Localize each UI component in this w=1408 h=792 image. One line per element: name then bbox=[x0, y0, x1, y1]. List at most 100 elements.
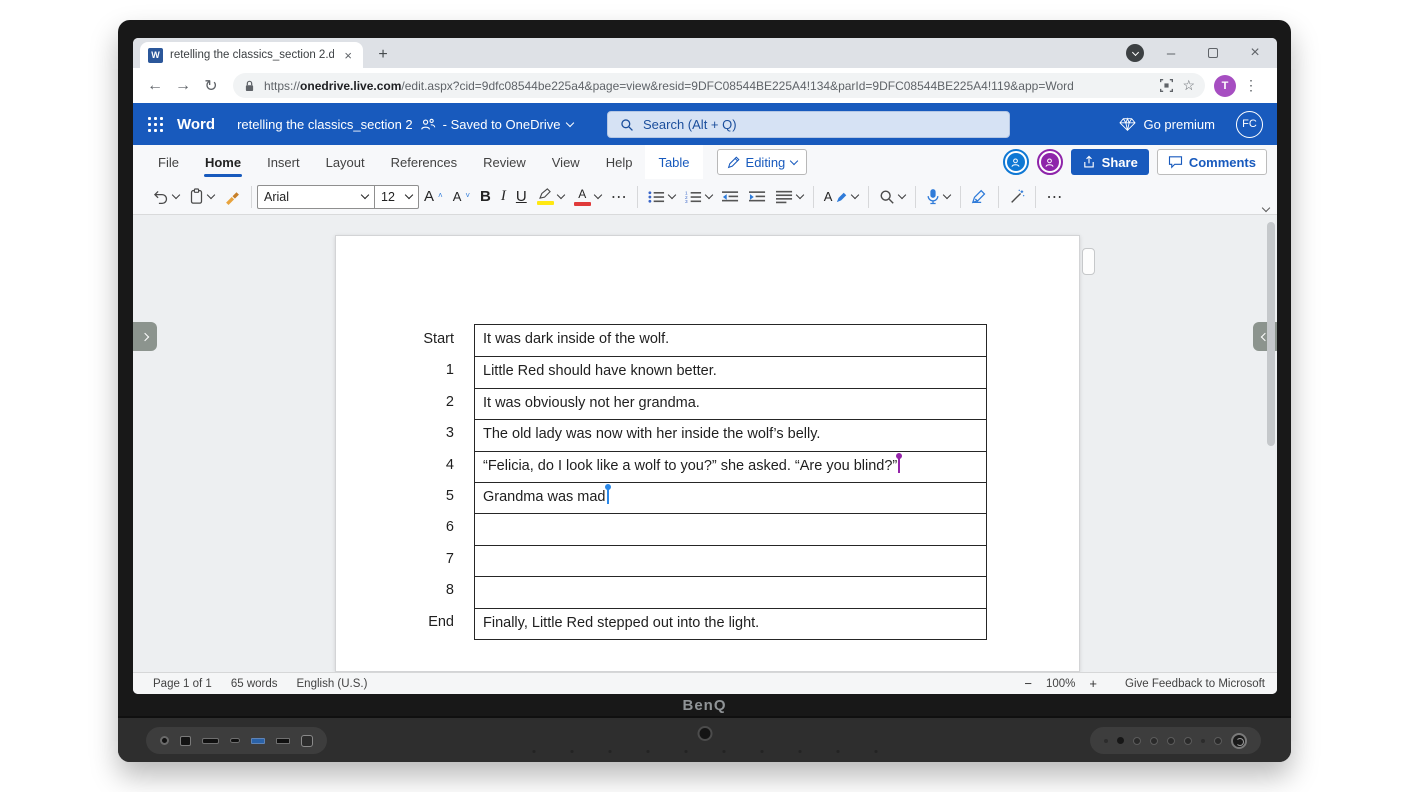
comment-anchor-handle[interactable] bbox=[1082, 248, 1095, 275]
highlight-button[interactable] bbox=[532, 183, 569, 210]
expand-left-panel-button[interactable] bbox=[133, 322, 157, 351]
table-cell-5[interactable]: Grandma was mad bbox=[475, 482, 986, 513]
font-color-bar bbox=[574, 202, 591, 206]
more-commands-button[interactable]: ⋯ bbox=[1041, 183, 1067, 210]
share-button[interactable]: Share bbox=[1071, 149, 1149, 175]
control-button bbox=[1214, 737, 1222, 745]
numbering-button[interactable]: 1 2 3 bbox=[680, 183, 717, 210]
document-canvas: Start 1 2 3 4 5 6 7 8 End It was dark in… bbox=[133, 215, 1277, 672]
saved-status[interactable]: - Saved to OneDrive bbox=[443, 117, 561, 132]
more-font-options-button[interactable]: ⋯ bbox=[606, 183, 632, 210]
word-app-name[interactable]: Word bbox=[177, 116, 215, 133]
tab-home[interactable]: Home bbox=[192, 145, 254, 179]
shrink-font-button[interactable]: A˅ bbox=[448, 183, 475, 210]
url-domain: onedrive.live.com bbox=[300, 79, 401, 93]
table-cell-start[interactable]: It was dark inside of the wolf. bbox=[475, 325, 986, 356]
tab-close-icon[interactable]: × bbox=[341, 48, 355, 63]
table-cell-1[interactable]: Little Red should have known better. bbox=[475, 356, 986, 387]
row-label: 8 bbox=[336, 575, 464, 606]
browser-profile-avatar[interactable]: T bbox=[1214, 75, 1236, 97]
alignment-button[interactable] bbox=[771, 183, 808, 210]
increase-indent-button[interactable] bbox=[744, 183, 771, 210]
zoom-out-button[interactable]: − bbox=[1024, 676, 1032, 691]
app-launcher-icon[interactable] bbox=[133, 103, 177, 145]
tab-help[interactable]: Help bbox=[593, 145, 646, 179]
underline-button[interactable]: U bbox=[511, 183, 532, 210]
format-painter-button[interactable] bbox=[219, 183, 246, 210]
table-cell-4[interactable]: “Felicia, do I look like a wolf to you?”… bbox=[475, 451, 986, 482]
share-label: Share bbox=[1102, 155, 1138, 170]
comment-icon bbox=[1168, 155, 1183, 169]
table-cell-3[interactable]: The old lady was now with her inside the… bbox=[475, 419, 986, 450]
feedback-link[interactable]: Give Feedback to Microsoft bbox=[1125, 678, 1265, 690]
premium-label: Go premium bbox=[1143, 117, 1215, 132]
svg-text:3: 3 bbox=[685, 199, 688, 204]
tab-table[interactable]: Table bbox=[645, 145, 702, 179]
window-minimize-button[interactable]: – bbox=[1151, 38, 1191, 68]
undo-button[interactable] bbox=[147, 183, 184, 210]
qr-code-icon[interactable] bbox=[1159, 78, 1174, 93]
tab-insert[interactable]: Insert bbox=[254, 145, 313, 179]
row-label: Start bbox=[336, 324, 464, 355]
speaker-grill bbox=[532, 750, 877, 753]
word-count[interactable]: 65 words bbox=[231, 678, 278, 690]
monitor-chin: BenQ bbox=[118, 694, 1291, 716]
font-color-button[interactable]: A bbox=[569, 183, 606, 210]
new-tab-button[interactable]: + bbox=[373, 45, 393, 65]
reload-button[interactable]: ↻ bbox=[197, 76, 225, 96]
italic-button[interactable]: I bbox=[496, 183, 511, 210]
dictate-button[interactable] bbox=[921, 183, 955, 210]
tab-layout[interactable]: Layout bbox=[313, 145, 378, 179]
address-bar[interactable]: https://onedrive.live.com/edit.aspx?cid=… bbox=[233, 73, 1205, 98]
account-badge[interactable]: FC bbox=[1236, 111, 1263, 138]
power-button bbox=[1231, 733, 1247, 749]
share-icon bbox=[1082, 155, 1096, 169]
table-cell-6[interactable] bbox=[475, 513, 986, 544]
row-label: 1 bbox=[336, 355, 464, 386]
document-title[interactable]: retelling the classics_section 2 bbox=[237, 117, 413, 132]
auto-suggest-button[interactable] bbox=[1004, 183, 1030, 210]
decrease-indent-button[interactable] bbox=[717, 183, 744, 210]
ribbon-collapse-icon[interactable] bbox=[1262, 204, 1270, 212]
table-cell-end[interactable]: Finally, Little Red stepped out into the… bbox=[475, 608, 986, 639]
table-cell-2[interactable]: It was obviously not her grandma. bbox=[475, 388, 986, 419]
editor-button[interactable] bbox=[966, 183, 993, 210]
table-cell-7[interactable] bbox=[475, 545, 986, 576]
tab-references[interactable]: References bbox=[378, 145, 470, 179]
back-button[interactable]: ← bbox=[141, 77, 169, 95]
browser-update-indicator[interactable] bbox=[1126, 44, 1144, 62]
document-page[interactable]: Start 1 2 3 4 5 6 7 8 End It was dark in… bbox=[335, 235, 1080, 672]
zoom-level[interactable]: 100% bbox=[1046, 678, 1075, 690]
zoom-in-button[interactable]: + bbox=[1089, 676, 1097, 691]
forward-button[interactable]: → bbox=[169, 77, 197, 95]
page-count[interactable]: Page 1 of 1 bbox=[153, 678, 212, 690]
presence-avatar-purple[interactable] bbox=[1037, 149, 1063, 175]
table-cell-8[interactable] bbox=[475, 576, 986, 607]
styles-button[interactable]: A bbox=[819, 183, 864, 210]
browser-tab[interactable]: W retelling the classics_section 2.do × bbox=[140, 42, 363, 68]
bold-button[interactable]: B bbox=[475, 183, 496, 210]
bookmark-star-icon[interactable]: ☆ bbox=[1182, 77, 1195, 94]
language-status[interactable]: English (U.S.) bbox=[297, 678, 368, 690]
go-premium-button[interactable]: Go premium bbox=[1119, 117, 1215, 132]
bullets-button[interactable] bbox=[643, 183, 680, 210]
editing-mode-dropdown[interactable]: Editing bbox=[717, 149, 808, 175]
font-name-select[interactable]: Arial bbox=[257, 185, 375, 209]
tab-file[interactable]: File bbox=[145, 145, 192, 179]
presence-avatar-blue[interactable] bbox=[1003, 149, 1029, 175]
grow-font-button[interactable]: A˄ bbox=[419, 183, 448, 210]
paste-button[interactable] bbox=[184, 183, 219, 210]
window-restore-button[interactable] bbox=[1193, 38, 1233, 68]
word-favicon: W bbox=[148, 48, 163, 63]
browser-menu-icon[interactable]: ⋮ bbox=[1244, 77, 1258, 94]
find-button[interactable] bbox=[874, 183, 910, 210]
tab-view[interactable]: View bbox=[539, 145, 593, 179]
font-size-select[interactable]: 12 bbox=[375, 185, 419, 209]
vertical-scrollbar-thumb[interactable] bbox=[1267, 222, 1275, 446]
comments-button[interactable]: Comments bbox=[1157, 149, 1267, 175]
control-dot bbox=[1201, 739, 1205, 743]
saved-status-chevron-icon[interactable] bbox=[566, 118, 574, 126]
window-close-button[interactable]: × bbox=[1235, 38, 1275, 68]
tab-review[interactable]: Review bbox=[470, 145, 539, 179]
search-box[interactable]: Search (Alt + Q) bbox=[607, 111, 1010, 138]
